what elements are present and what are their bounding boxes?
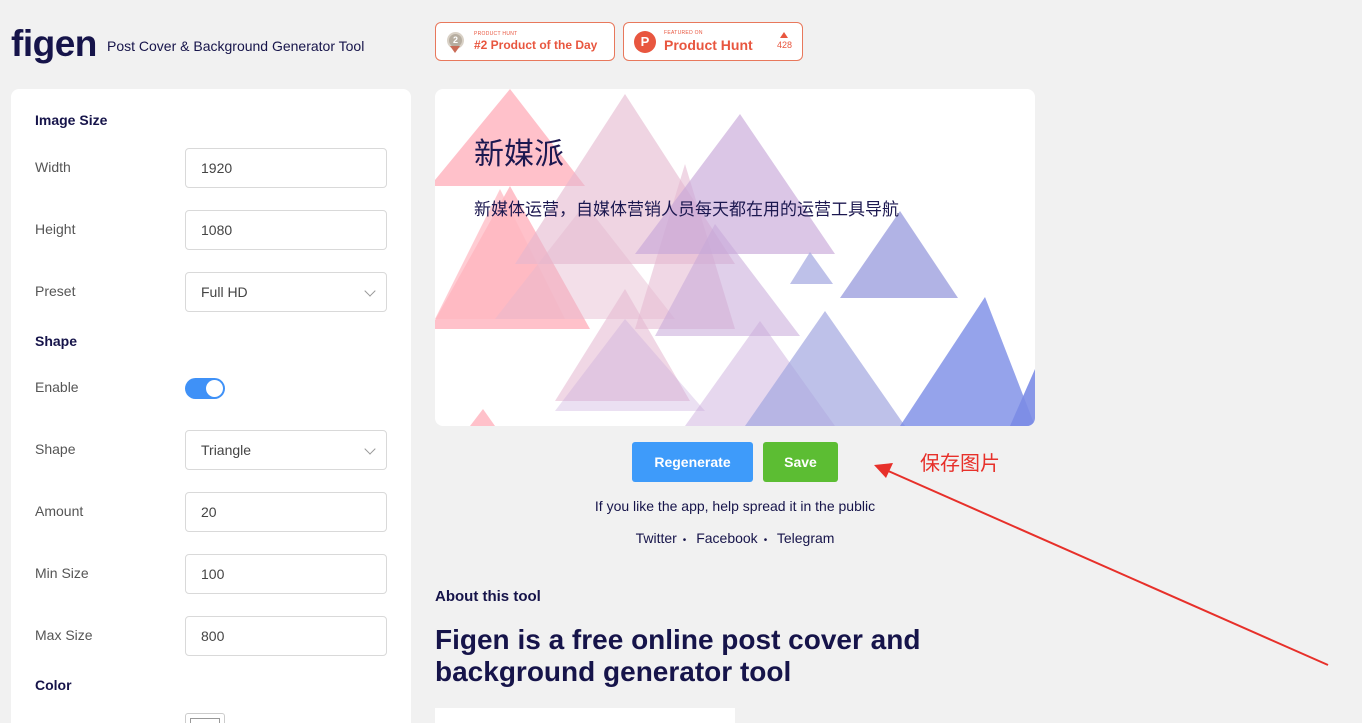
shape-select[interactable]: Triangle xyxy=(185,430,387,470)
chevron-down-icon xyxy=(364,443,376,455)
telegram-link[interactable]: Telegram xyxy=(777,530,835,546)
preset-value: Full HD xyxy=(201,284,248,300)
upvote-icon xyxy=(780,32,789,38)
regenerate-button[interactable]: Regenerate xyxy=(632,442,753,482)
chevron-down-icon xyxy=(364,285,376,297)
enable-shape-toggle[interactable] xyxy=(185,378,225,399)
product-hunt-icon: P xyxy=(634,30,656,53)
decorative-triangle xyxy=(470,409,495,426)
section-title-image-size: Image Size xyxy=(35,112,108,128)
featured-on-product-hunt-badge[interactable]: P FEATURED ON Product Hunt 428 xyxy=(623,22,803,61)
medal-icon: 2 xyxy=(446,31,466,53)
enable-label: Enable xyxy=(35,379,79,395)
amount-label: Amount xyxy=(35,503,84,519)
amount-input[interactable]: 20 xyxy=(185,492,387,532)
color-picker[interactable] xyxy=(185,713,225,723)
section-title-shape: Shape xyxy=(35,333,78,349)
settings-panel: Image Size Width 1920 Height 1080 Preset… xyxy=(11,89,411,723)
decorative-triangle xyxy=(840,211,958,298)
max-size-input[interactable]: 800 xyxy=(185,616,387,656)
shape-label: Shape xyxy=(35,441,76,457)
preset-select[interactable]: Full HD xyxy=(185,272,387,312)
section-title-color: Color xyxy=(35,677,72,693)
upvote-count: 428 xyxy=(777,32,792,51)
save-image-annotation: 保存图片 xyxy=(920,451,1000,475)
badge-label: #2 Product of the Day xyxy=(474,37,598,52)
preview-title: 新媒派 xyxy=(474,137,564,172)
width-label: Width xyxy=(35,159,71,175)
max-size-label: Max Size xyxy=(35,627,93,643)
preset-label: Preset xyxy=(35,283,76,299)
figen-logo[interactable]: figen xyxy=(11,22,97,66)
preview-subtitle: 新媒体运营，自媒体营销人员每天都在用的运营工具导航 xyxy=(474,200,899,220)
min-size-input[interactable]: 100 xyxy=(185,554,387,594)
decorative-triangle xyxy=(900,297,1035,426)
save-button[interactable]: Save xyxy=(763,442,838,482)
content-card xyxy=(435,708,735,723)
about-title: About this tool xyxy=(435,588,541,605)
height-input[interactable]: 1080 xyxy=(185,210,387,250)
share-links: Twitter • Facebook • Telegram xyxy=(635,530,835,546)
cover-preview: 新媒派 新媒体运营，自媒体营销人员每天都在用的运营工具导航 xyxy=(435,89,1035,426)
about-headline: Figen is a free online post cover and ba… xyxy=(435,624,921,687)
badge-small-text: PRODUCT HUNT xyxy=(474,30,518,37)
facebook-link[interactable]: Facebook xyxy=(696,530,757,546)
product-of-the-day-badge[interactable]: 2 PRODUCT HUNT #2 Product of the Day xyxy=(435,22,615,61)
shape-value: Triangle xyxy=(201,442,252,458)
height-label: Height xyxy=(35,221,76,237)
min-size-label: Min Size xyxy=(35,565,89,581)
decorative-triangle xyxy=(790,252,833,284)
badge-small-text: FEATURED ON xyxy=(664,30,703,36)
width-input[interactable]: 1920 xyxy=(185,148,387,188)
twitter-link[interactable]: Twitter xyxy=(636,530,677,546)
share-prompt: If you like the app, help spread it in t… xyxy=(594,498,876,514)
tagline: Post Cover & Background Generator Tool xyxy=(107,38,365,54)
badge-label: Product Hunt xyxy=(664,37,753,53)
